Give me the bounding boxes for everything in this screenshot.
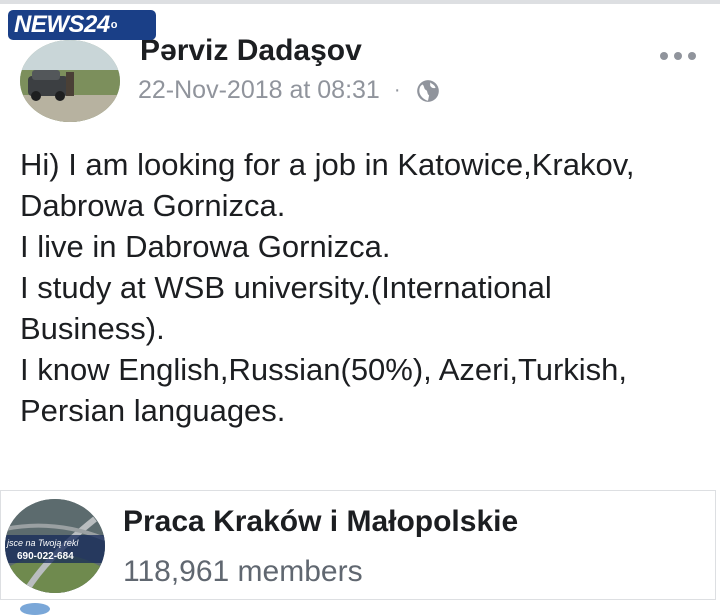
post-meta: 22-Nov-2018 at 08:31 · [138,76,441,105]
next-item-icon [20,603,50,615]
group-avatar[interactable]: jsce na Twoją rekl 690-022-684 [5,499,105,593]
more-dot [660,52,668,60]
post-body: Hi) I am looking for a job in Katowice,K… [20,144,710,431]
post-timestamp[interactable]: 22-Nov-2018 at 08:31 [138,76,380,105]
group-avatar-image: jsce na Twoją rekl 690-022-684 [5,499,105,593]
watermark-brand: NEWS24 [14,11,110,38]
post-line: Hi) I am looking for a job in Katowice,K… [20,147,635,182]
watermark-suffix: o [110,19,118,31]
shared-group-card[interactable]: jsce na Twoją rekl 690-022-684 Praca Kra… [0,490,716,600]
post-line: I know English,Russian(50%), Azeri,Turki… [20,352,628,387]
more-dot [688,52,696,60]
group-name[interactable]: Praca Kraków i Małopolskie [123,505,518,539]
avatar-photo [20,40,120,122]
group-avatar-phone: 690-022-684 [17,551,74,562]
more-dot [674,52,682,60]
post-line: Business). [20,311,165,346]
meta-separator: · [393,79,401,101]
post-line: Persian languages. [20,393,286,428]
author-name[interactable]: Pərviz Dadaşov [140,34,362,68]
post-line: Dabrowa Gornizca. [20,188,286,223]
group-avatar-ad-text: jsce na Twoją rekl [6,538,79,548]
author-avatar[interactable] [20,40,120,122]
more-options-icon[interactable] [660,48,700,64]
top-divider [0,0,720,4]
group-member-count: 118,961 members [123,555,363,588]
post-line: I live in Dabrowa Gornizca. [20,229,391,264]
news24-watermark: NEWS24o [8,10,156,40]
post-line: I study at WSB university.(International [20,270,552,305]
globe-icon [416,79,439,102]
